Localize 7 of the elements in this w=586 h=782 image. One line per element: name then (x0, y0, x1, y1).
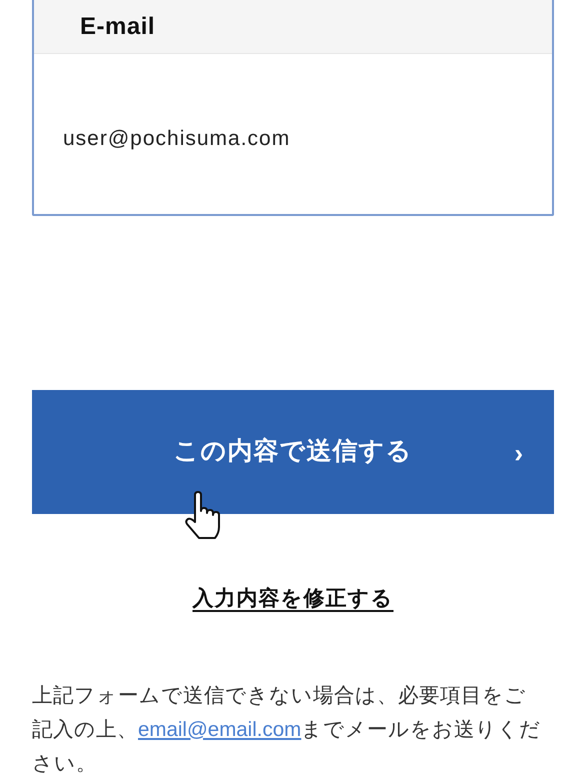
notice-text: 上記フォームで送信できない場合は、必要項目をご記入の上、email@email.com までメールをお送りください。 (32, 682, 542, 776)
email-link[interactable]: email@email.com (138, 718, 302, 740)
edit-link[interactable]: 入力内容を修正する (192, 583, 394, 614)
field-value: user@pochisuma.com (63, 126, 290, 152)
submit-button[interactable]: この内容で送信する › (32, 390, 554, 514)
hand-cursor-icon (183, 491, 223, 541)
field-label: E-mail (80, 12, 156, 42)
